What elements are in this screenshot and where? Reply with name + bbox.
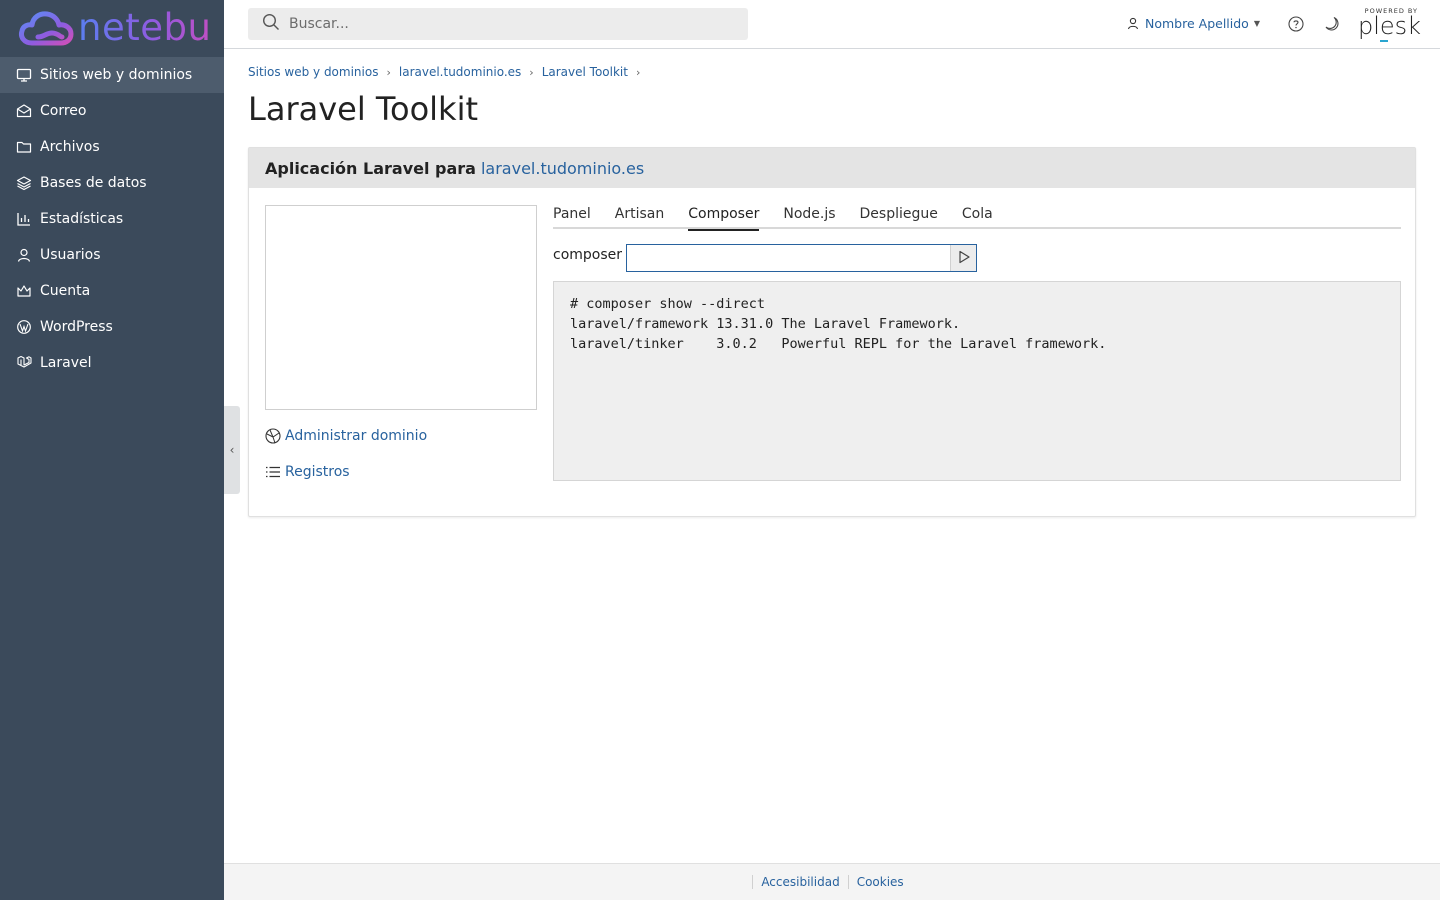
sidebar: netebu Sitios web y dominios Correo Arch… — [0, 0, 224, 900]
tab-artisan[interactable]: Artisan — [615, 205, 664, 229]
sidebar-nav: Sitios web y dominios Correo Archivos Ba… — [0, 57, 224, 381]
tab-deployment[interactable]: Despliegue — [860, 205, 938, 229]
logs-link[interactable]: Registros — [265, 464, 350, 480]
tab-panel[interactable]: Panel — [553, 205, 591, 229]
play-icon — [957, 249, 971, 268]
plesk-text: plesk — [1358, 12, 1422, 40]
search-input[interactable] — [289, 16, 729, 32]
layers-icon — [16, 175, 32, 191]
search-bar[interactable] — [248, 8, 748, 40]
sidebar-item-label: Estadísticas — [40, 211, 124, 227]
laravel-icon — [16, 355, 32, 371]
globe-icon — [265, 428, 281, 444]
sidebar-item-statistics[interactable]: Estadísticas — [0, 201, 224, 237]
plesk-logo: POWERED BY plesk — [1358, 7, 1422, 42]
tab-composer[interactable]: Composer — [688, 205, 760, 231]
brand-name: netebu — [78, 6, 212, 49]
sidebar-item-label: WordPress — [40, 319, 113, 335]
tab-queue[interactable]: Cola — [962, 205, 993, 229]
breadcrumb-websites[interactable]: Sitios web y dominios — [248, 65, 378, 79]
search-icon — [262, 13, 280, 35]
user-menu[interactable]: Nombre Apellido ▼ — [1127, 16, 1260, 31]
sidebar-item-databases[interactable]: Bases de datos — [0, 165, 224, 201]
breadcrumb-domain[interactable]: laravel.tudominio.es — [399, 65, 521, 79]
main-content: Sitios web y dominios › laravel.tudomini… — [248, 49, 1416, 517]
accessibility-link[interactable]: Accesibilidad — [752, 875, 847, 889]
chevron-down-icon: ▼ — [1253, 19, 1260, 28]
cookies-link[interactable]: Cookies — [847, 875, 912, 889]
sidebar-item-wordpress[interactable]: WordPress — [0, 309, 224, 345]
logs-label: Registros — [285, 464, 350, 480]
tool-tabs: Panel Artisan Composer Node.js Despliegu… — [553, 205, 1401, 231]
sidebar-item-label: Bases de datos — [40, 175, 147, 191]
chevron-right-icon: › — [386, 65, 391, 79]
sidebar-item-label: Usuarios — [40, 247, 101, 263]
chevron-left-icon: ‹ — [229, 443, 235, 457]
help-icon[interactable] — [1288, 16, 1304, 32]
manage-domain-link[interactable]: Administrar dominio — [265, 428, 427, 444]
crown-icon — [16, 283, 32, 299]
sidebar-item-label: Correo — [40, 103, 87, 119]
sidebar-item-label: Archivos — [40, 139, 100, 155]
sidebar-item-files[interactable]: Archivos — [0, 129, 224, 165]
user-name: Nombre Apellido — [1145, 16, 1249, 31]
run-command-button[interactable] — [950, 245, 976, 271]
sidebar-item-account[interactable]: Cuenta — [0, 273, 224, 309]
panel-domain-link[interactable]: laravel.tudominio.es — [481, 159, 644, 178]
sidebar-item-laravel[interactable]: Laravel — [0, 345, 224, 381]
output-line: laravel/framework 13.31.0 The Laravel Fr… — [570, 316, 961, 332]
mail-icon — [16, 103, 32, 119]
sidebar-item-label: Cuenta — [40, 283, 91, 299]
sidebar-item-users[interactable]: Usuarios — [0, 237, 224, 273]
user-icon — [1127, 17, 1139, 30]
output-line: laravel/tinker 3.0.2 Powerful REPL for t… — [570, 336, 1107, 352]
list-icon — [265, 464, 281, 480]
breadcrumb: Sitios web y dominios › laravel.tudomini… — [248, 65, 1416, 79]
folder-icon — [16, 139, 32, 155]
sidebar-item-mail[interactable]: Correo — [0, 93, 224, 129]
command-input[interactable] — [627, 245, 950, 271]
panel-heading: Aplicación Laravel para laravel.tudomini… — [249, 148, 1415, 188]
bar-chart-icon — [16, 211, 32, 227]
wordpress-icon — [16, 319, 32, 335]
command-label: composer — [553, 247, 623, 263]
manage-domain-label: Administrar dominio — [285, 428, 428, 444]
footer: Accesibilidad Cookies — [224, 863, 1440, 900]
command-field — [626, 244, 977, 272]
top-header: Nombre Apellido ▼ POWERED BY plesk — [224, 0, 1440, 49]
user-icon — [16, 247, 32, 263]
sidebar-item-websites[interactable]: Sitios web y dominios — [0, 57, 224, 93]
output-line: # composer show --direct — [570, 296, 766, 312]
site-preview — [265, 205, 537, 410]
brand-logo[interactable]: netebu — [0, 0, 224, 57]
moon-icon[interactable] — [1324, 16, 1340, 32]
tab-nodejs[interactable]: Node.js — [783, 205, 835, 229]
chevron-right-icon: › — [529, 65, 534, 79]
command-output: # composer show --direct laravel/framewor… — [553, 281, 1401, 481]
sidebar-item-label: Sitios web y dominios — [40, 67, 193, 83]
sidebar-item-label: Laravel — [40, 355, 92, 371]
laravel-app-panel: Aplicación Laravel para laravel.tudomini… — [248, 147, 1416, 517]
page-title: Laravel Toolkit — [248, 90, 479, 128]
chevron-right-icon: › — [635, 65, 641, 79]
sidebar-collapse-button[interactable]: ‹ — [224, 406, 240, 494]
plesk-accent — [1380, 40, 1388, 42]
panel-heading-prefix: Aplicación Laravel para — [265, 158, 476, 178]
monitor-icon — [16, 67, 32, 83]
breadcrumb-laravel-toolkit[interactable]: Laravel Toolkit — [542, 65, 628, 79]
cloud-logo-icon — [19, 10, 74, 45]
